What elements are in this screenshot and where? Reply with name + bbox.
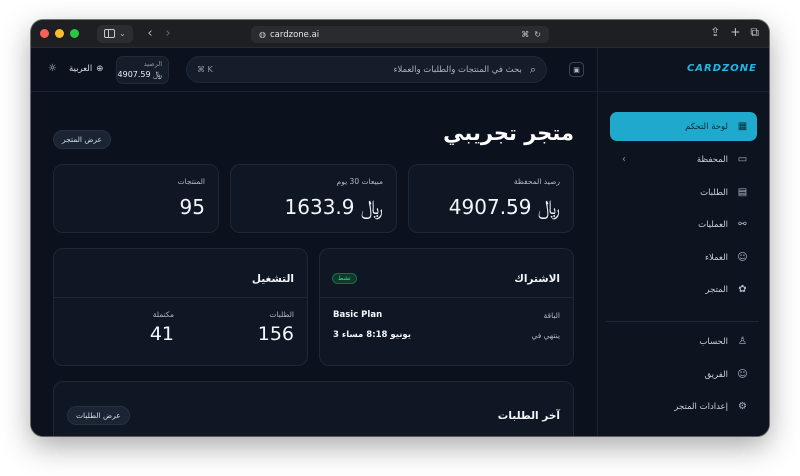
forward-button[interactable]: › bbox=[159, 25, 177, 43]
browser-sidebar-toggle[interactable]: ⌄ bbox=[97, 24, 133, 43]
card-title: آخر الطلبات bbox=[497, 410, 560, 422]
sidebar-item-label: العملاء bbox=[704, 252, 728, 263]
sidebar-item-operations[interactable]: العمليات ⚯ bbox=[610, 210, 757, 239]
operations-icon: ⚯ bbox=[738, 219, 747, 230]
balance-label: الرصيد bbox=[143, 60, 162, 68]
customers-icon: ☺ bbox=[737, 252, 748, 263]
chevron-down-icon: ⌄ bbox=[119, 29, 126, 38]
url-text: cardzone.ai bbox=[269, 29, 320, 40]
store-icon: ✿ bbox=[738, 284, 747, 295]
search-icon: ⌕ bbox=[529, 62, 536, 76]
account-icon: ♙ bbox=[738, 336, 747, 347]
stat-card-products: المنتجات 95 bbox=[53, 164, 219, 233]
app: CARDZONE لوحة التحكم ▦ ‹ المحفظة ▭ الطلب… bbox=[31, 48, 769, 436]
theme-toggle-button[interactable]: ☼ bbox=[48, 63, 57, 74]
stat-card-sales: مبيعات 30 يوم 1633.9 ﷼ bbox=[230, 164, 397, 233]
collapse-sidebar-button[interactable]: ▣ bbox=[569, 62, 584, 77]
maximize-window-button[interactable] bbox=[70, 29, 79, 38]
status-badge: نشط bbox=[332, 273, 357, 284]
stat-value: 95 bbox=[179, 195, 205, 219]
sidebar-item-label: الفريق bbox=[704, 369, 728, 380]
search-bar[interactable]: ⌘ K بحث في المنتجات والطلبات والعملاء ⌕ bbox=[186, 56, 547, 83]
wallet-icon: ▭ bbox=[737, 154, 748, 165]
page-title: متجر تجريبي bbox=[443, 121, 574, 145]
sidebar-item-label: الحساب bbox=[699, 336, 728, 347]
sidebar-item-label: المتجر bbox=[705, 284, 728, 295]
top-bar: ▣ ⌘ K بحث في المنتجات والطلبات والعملاء … bbox=[31, 48, 597, 92]
card-title: التشغيل bbox=[251, 273, 294, 285]
completed-value: 41 bbox=[149, 323, 174, 345]
completed-label: مكتملة bbox=[152, 310, 174, 319]
window-controls bbox=[40, 29, 79, 38]
sidebar-item-customers[interactable]: العملاء ☺ bbox=[610, 243, 757, 272]
orders-value: 156 bbox=[257, 323, 294, 345]
back-button[interactable]: ‹ bbox=[141, 25, 159, 43]
stat-label: مبيعات 30 يوم bbox=[336, 177, 383, 186]
stat-value: 4907.59 ﷼ bbox=[448, 195, 560, 219]
sidebar-item-wallet[interactable]: ‹ المحفظة ▭ bbox=[610, 145, 757, 174]
sun-icon: ☼ bbox=[48, 63, 57, 74]
divider bbox=[320, 297, 573, 298]
search-shortcut: ⌘ K bbox=[197, 65, 213, 74]
operations-card: التشغيل الطلبات 156 مكتملة 41 bbox=[53, 248, 308, 366]
stat-label: رصيد المحفظة bbox=[513, 177, 560, 186]
divider bbox=[598, 91, 769, 92]
main-content: متجر تجريبي عرض المتجر رصيد المحفظة 4907… bbox=[31, 93, 597, 436]
divider bbox=[54, 297, 307, 298]
stat-card-wallet: رصيد المحفظة 4907.59 ﷼ bbox=[408, 164, 574, 233]
orders-label: الطلبات bbox=[269, 310, 294, 319]
balance-value: 4907.59 ﷼ bbox=[117, 70, 162, 79]
sidebar: CARDZONE لوحة التحكم ▦ ‹ المحفظة ▭ الطلب… bbox=[597, 48, 769, 436]
view-store-button[interactable]: عرض المتجر bbox=[53, 130, 112, 149]
minimize-window-button[interactable] bbox=[55, 29, 64, 38]
plan-value: Basic Plan bbox=[333, 310, 383, 320]
sidebar-item-label: الطلبات bbox=[700, 187, 728, 198]
address-bar[interactable]: ◍ cardzone.ai ⌘ ↻ bbox=[251, 26, 549, 43]
sidebar-item-label: المحفظة bbox=[696, 154, 728, 165]
subscription-card: الاشتراك نشط الباقة Basic Plan ينتهي في … bbox=[319, 248, 574, 366]
ends-label: ينتهي في bbox=[531, 331, 560, 340]
tabs-overview-icon[interactable]: ⧉ bbox=[750, 25, 759, 40]
sidebar-item-label: إعدادات المتجر bbox=[674, 401, 728, 412]
sidebar-item-store[interactable]: المتجر ✿ bbox=[610, 275, 757, 304]
chevron-left-icon: ‹ bbox=[622, 154, 626, 165]
plan-label: الباقة bbox=[543, 311, 560, 320]
close-window-button[interactable] bbox=[40, 29, 49, 38]
share-icon[interactable]: ⇪ bbox=[710, 25, 720, 40]
card-title: الاشتراك bbox=[514, 273, 560, 285]
language-switcher[interactable]: العربية ⊕ bbox=[69, 61, 103, 77]
sidebar-item-team[interactable]: الفريق ☺ bbox=[610, 360, 757, 389]
new-tab-icon[interactable]: + bbox=[730, 25, 740, 40]
logo: CARDZONE bbox=[686, 63, 757, 74]
sidebar-item-dashboard[interactable]: لوحة التحكم ▦ bbox=[610, 112, 757, 141]
globe-icon: ◍ bbox=[259, 30, 266, 39]
divider bbox=[606, 321, 759, 322]
browser-toolbar: ⌄ ‹ › ◍ cardzone.ai ⌘ ↻ ⇪ + ⧉ bbox=[31, 20, 769, 48]
latest-orders-card: آخر الطلبات عرض الطلبات bbox=[53, 381, 574, 436]
stat-label: المنتجات bbox=[177, 177, 205, 186]
panel-icon: ▣ bbox=[573, 65, 580, 74]
team-icon: ☺ bbox=[737, 369, 748, 380]
sidebar-item-account[interactable]: الحساب ♙ bbox=[610, 327, 757, 356]
sidebar-item-label: لوحة التحكم bbox=[685, 121, 728, 132]
sidebar-item-orders[interactable]: الطلبات ▤ bbox=[610, 178, 757, 207]
translate-icon[interactable]: ⌘ bbox=[521, 30, 529, 39]
sidebar-item-label: العمليات bbox=[698, 219, 728, 230]
dashboard-icon: ▦ bbox=[737, 121, 748, 132]
ends-value: 3 يونيو 8:18 مساء bbox=[333, 330, 411, 340]
language-label: العربية bbox=[69, 64, 93, 74]
sidebar-item-store-settings[interactable]: إعدادات المتجر ⚙ bbox=[610, 392, 757, 421]
browser-window: ⌄ ‹ › ◍ cardzone.ai ⌘ ↻ ⇪ + ⧉ CARDZONE ل… bbox=[31, 20, 769, 436]
view-orders-button[interactable]: عرض الطلبات bbox=[67, 406, 130, 425]
globe-icon: ⊕ bbox=[96, 64, 104, 74]
sidebar-icon bbox=[104, 29, 116, 38]
orders-icon: ▤ bbox=[737, 187, 748, 198]
stat-value: 1633.9 ﷼ bbox=[284, 195, 383, 219]
search-placeholder: بحث في المنتجات والطلبات والعملاء bbox=[393, 64, 522, 75]
balance-widget[interactable]: الرصيد 4907.59 ﷼ bbox=[116, 56, 169, 84]
reload-icon[interactable]: ↻ bbox=[534, 30, 541, 39]
settings-icon: ⚙ bbox=[738, 401, 747, 412]
